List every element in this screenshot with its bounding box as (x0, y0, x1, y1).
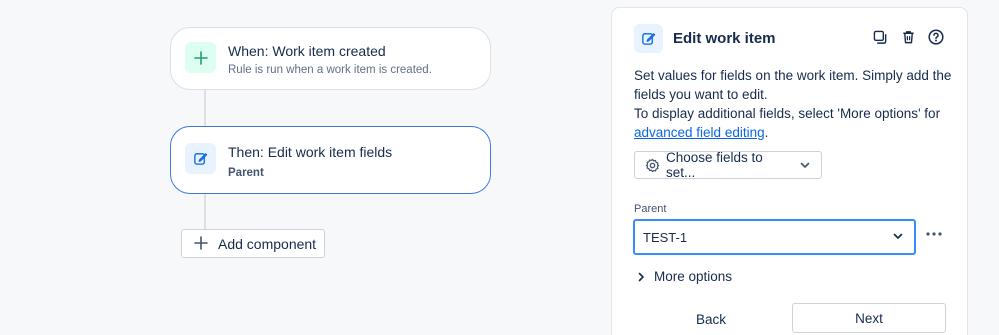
duplicate-icon[interactable] (871, 28, 889, 46)
advanced-field-editing-link[interactable]: advanced field editing (634, 125, 765, 140)
chevron-down-icon (799, 159, 811, 171)
help-icon[interactable] (927, 28, 945, 46)
action-title: Then: Edit work item fields (228, 144, 393, 160)
choose-fields-dropdown[interactable]: Choose fields to set... (634, 150, 822, 180)
more-options-label: More options (654, 269, 733, 284)
panel-header: Edit work item (634, 24, 776, 53)
gear-icon (645, 158, 660, 173)
flow-connector (204, 90, 206, 126)
flow-connector (204, 194, 206, 230)
action-node[interactable]: Then: Edit work item fields Parent (170, 126, 491, 194)
chevron-right-icon (636, 272, 646, 282)
trigger-node[interactable]: When: Work item created Rule is run when… (170, 27, 491, 90)
choose-fields-label: Choose fields to set... (666, 150, 763, 180)
more-actions-icon[interactable] (923, 224, 945, 244)
panel-title: Edit work item (673, 30, 776, 47)
next-button[interactable]: Next (792, 303, 946, 333)
parent-select[interactable]: TEST-1 (633, 219, 916, 255)
description-line2: To display additional fields, select 'Mo… (634, 106, 941, 121)
link-suffix: . (764, 125, 769, 140)
trash-icon[interactable] (899, 28, 917, 46)
parent-select-value: TEST-1 (643, 229, 688, 245)
add-component-button[interactable]: Add component (181, 229, 325, 258)
plus-icon (194, 234, 208, 254)
add-component-label: Add component (218, 235, 317, 252)
trigger-title: When: Work item created (228, 43, 386, 59)
trigger-subtitle: Rule is run when a work item is created. (228, 64, 432, 76)
plus-icon (185, 42, 216, 73)
panel-actions (871, 28, 945, 46)
edit-icon (185, 143, 216, 174)
edit-icon (634, 24, 663, 53)
parent-field-label: Parent (634, 203, 667, 215)
more-options-toggle[interactable]: More options (636, 269, 732, 284)
edit-work-item-panel: Edit work item Set values for fields on … (611, 7, 968, 335)
back-button[interactable]: Back (634, 304, 788, 334)
description-line1: Set values for fields on the work item. … (634, 68, 952, 102)
chevron-down-icon (892, 230, 904, 245)
action-subtitle: Parent (228, 167, 264, 179)
panel-description: Set values for fields on the work item. … (634, 66, 954, 142)
